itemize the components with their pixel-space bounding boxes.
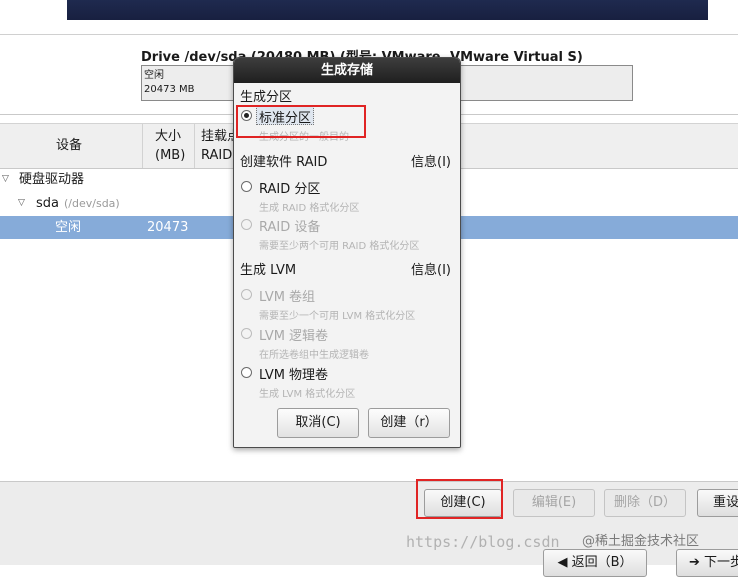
next-button-label: 下一步 xyxy=(704,555,738,570)
tree-row-label: sda xyxy=(36,196,59,211)
column-header-size-line2: (MB) xyxy=(155,148,186,163)
column-separator xyxy=(142,124,143,168)
section-partition-label: 生成分区 xyxy=(240,90,293,105)
radio-raid-partition[interactable] xyxy=(241,181,252,192)
expand-triangle-icon[interactable]: ▽ xyxy=(2,168,9,191)
radio-lvm-volume-group xyxy=(241,289,252,300)
bottom-toolbar: 创建(C) 编辑(E) 删除（D） 重设 ◀ 返回（B） ➔ 下一步 xyxy=(0,481,738,577)
dialog-cancel-button[interactable]: 取消(C) xyxy=(277,408,359,438)
lvm-info-button[interactable]: 信息(I) xyxy=(411,259,451,278)
option-raid-partition[interactable]: RAID 分区 xyxy=(259,178,320,197)
tree-row-label: 空闲 xyxy=(55,220,82,235)
option-lvm-physical-volume[interactable]: LVM 物理卷 xyxy=(259,364,328,383)
raid-info-button[interactable]: 信息(I) xyxy=(411,151,451,170)
column-header-size-line1: 大小 xyxy=(155,129,182,144)
column-header-size[interactable]: 大小 (MB) xyxy=(155,127,185,165)
radio-lvm-physical-volume[interactable] xyxy=(241,367,252,378)
tree-row-label: 硬盘驱动器 xyxy=(19,172,85,187)
option-lvm-physical-volume-desc: 生成 LVM 格式化分区 xyxy=(259,389,356,400)
tree-row-size: 20473 xyxy=(147,220,189,235)
top-banner xyxy=(67,0,708,20)
watermark-site: @稀土掘金技术社区 xyxy=(582,534,700,549)
create-button-highlight xyxy=(416,479,503,519)
next-arrow-icon: ➔ xyxy=(688,555,704,570)
reset-button[interactable]: 重设 xyxy=(697,489,738,517)
delete-button[interactable]: 删除（D） xyxy=(604,489,686,517)
free-space-label: 空闲 xyxy=(144,70,164,81)
expand-triangle-icon[interactable]: ▽ xyxy=(18,192,25,215)
column-separator xyxy=(194,124,195,168)
next-button[interactable]: ➔ 下一步 xyxy=(676,549,738,577)
dialog-create-button[interactable]: 创建（r） xyxy=(368,408,450,438)
option-raid-device-desc: 需要至少两个可用 RAID 格式化分区 xyxy=(259,241,420,252)
section-lvm-label: 生成 LVM xyxy=(240,263,297,278)
radio-lvm-logical-volume xyxy=(241,328,252,339)
option-lvm-logical-volume-desc: 在所选卷组中生成逻辑卷 xyxy=(259,350,369,361)
free-space-size: 20473 MB xyxy=(144,84,195,95)
radio-raid-device xyxy=(241,219,252,230)
section-raid-label: 创建软件 RAID xyxy=(240,155,328,170)
dialog-title: 生成存储 xyxy=(234,58,460,83)
free-space-segment[interactable]: 空闲 20473 MB xyxy=(142,66,234,100)
watermark-url: https://blog.csdn xyxy=(406,533,560,551)
option-raid-partition-desc: 生成 RAID 格式化分区 xyxy=(259,203,360,214)
option-lvm-volume-group: LVM 卷组 xyxy=(259,290,316,305)
option-lvm-volume-group-desc: 需要至少一个可用 LVM 格式化分区 xyxy=(259,311,416,322)
standard-partition-highlight xyxy=(236,105,366,138)
tree-row-detail: (/dev/sda) xyxy=(64,197,120,210)
option-lvm-logical-volume: LVM 逻辑卷 xyxy=(259,329,329,344)
option-raid-device: RAID 设备 xyxy=(259,220,321,235)
edit-button[interactable]: 编辑(E) xyxy=(513,489,595,517)
back-arrow-icon: ◀ xyxy=(557,555,572,570)
back-button[interactable]: ◀ 返回（B） xyxy=(543,549,647,577)
back-button-label: 返回（B） xyxy=(571,555,633,570)
column-header-device[interactable]: 设备 xyxy=(56,136,82,155)
top-divider xyxy=(0,34,738,35)
